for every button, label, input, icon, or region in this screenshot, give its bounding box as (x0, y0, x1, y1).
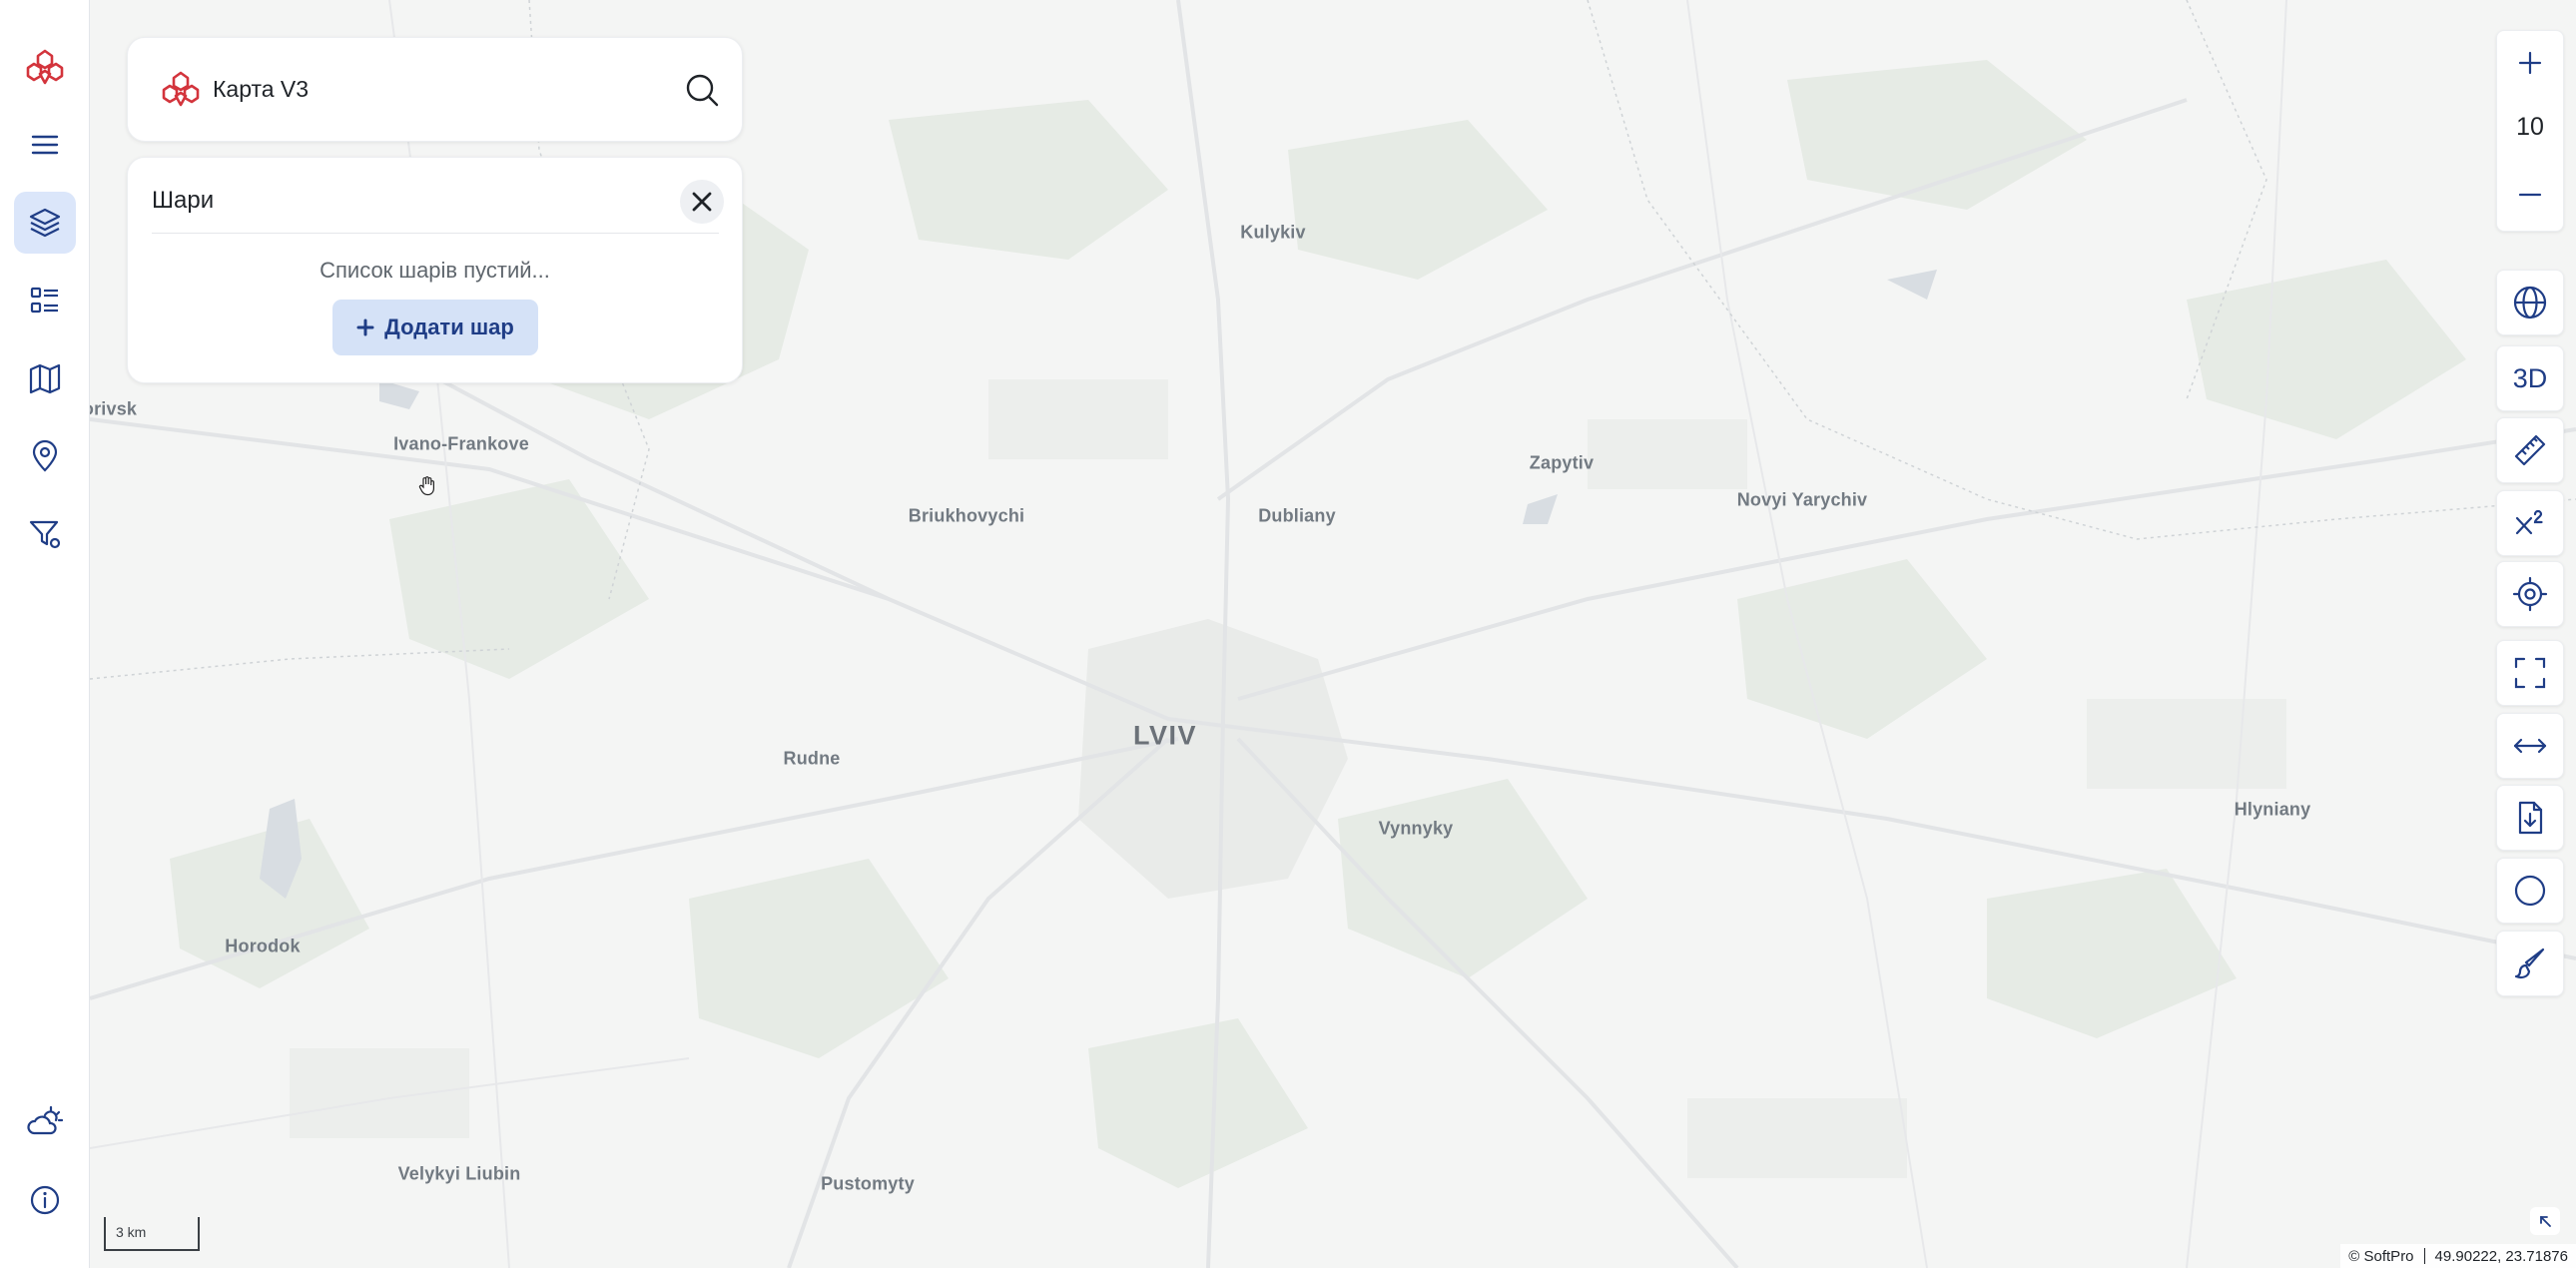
3d-button[interactable]: 3D (2496, 345, 2564, 411)
hamburger-icon[interactable] (14, 114, 76, 176)
weather-icon[interactable] (14, 1091, 76, 1153)
superscript-icon (2515, 509, 2543, 535)
ruler-icon (2514, 434, 2546, 466)
divider (152, 233, 719, 234)
export-icon (2518, 801, 2543, 835)
hand-cursor-icon (418, 476, 434, 496)
circle-button[interactable] (2496, 858, 2564, 924)
arrow-up-left-icon (2540, 1216, 2551, 1227)
place-label: Rudne (783, 748, 841, 769)
list-icon[interactable] (14, 270, 76, 331)
place-label: Horodok (225, 936, 301, 956)
search-icon[interactable] (683, 71, 721, 109)
close-icon (692, 192, 712, 212)
attribution-text[interactable]: © SoftPro (2348, 1248, 2413, 1265)
place-label: orivsk (90, 398, 138, 419)
place-label: Pustomyty (821, 1173, 915, 1194)
3d-label: 3D (2512, 362, 2548, 393)
pin-icon[interactable] (14, 425, 76, 487)
info-icon[interactable] (14, 1169, 76, 1231)
filter-location-icon[interactable] (14, 503, 76, 565)
map-icon[interactable] (14, 347, 76, 409)
zoom-out-button[interactable] (2497, 163, 2563, 227)
zoom-control: 10 (2496, 30, 2564, 232)
width-arrows-icon (2513, 738, 2547, 754)
place-label: Novyi Yarychiv (1736, 489, 1868, 510)
brush-icon (2514, 948, 2545, 979)
plus-icon (356, 318, 374, 336)
export-button[interactable] (2496, 785, 2564, 851)
left-rail (0, 0, 90, 1268)
close-button[interactable] (680, 180, 724, 224)
globe-button[interactable] (2496, 270, 2564, 335)
brush-button[interactable] (2496, 931, 2564, 996)
separator (2423, 1248, 2425, 1264)
layers-icon[interactable] (14, 192, 76, 254)
fullscreen-icon (2514, 657, 2546, 689)
place-label: Dubliany (1258, 505, 1336, 526)
attribution-bar: © SoftPro 49.90222, 23.71876 (2340, 1244, 2576, 1268)
fullscreen-button[interactable] (2496, 640, 2564, 706)
collapse-button[interactable] (2530, 1207, 2560, 1235)
place-label: Ivano-Frankove (393, 433, 529, 454)
layers-panel: Шари Список шарів пустий... Додати шар (127, 157, 743, 383)
place-label: Velykyi Liubin (397, 1163, 521, 1184)
globe-icon (2513, 286, 2547, 319)
superscript-button[interactable] (2496, 490, 2564, 556)
locate-button[interactable] (2496, 561, 2564, 627)
place-label: Hlyniany (2234, 799, 2311, 820)
coordinates-readout: 49.90222, 23.71876 (2434, 1247, 2568, 1265)
plus-icon (2518, 51, 2542, 75)
empty-state-text: Список шарів пустий... (320, 258, 550, 283)
search-bar[interactable]: Карта V3 (127, 37, 743, 142)
circle-icon (2514, 875, 2546, 907)
logo-icon (161, 69, 201, 109)
scale-bar: 3 km (104, 1217, 200, 1251)
ruler-button[interactable] (2496, 417, 2564, 483)
app-title: Карта V3 (213, 76, 310, 102)
city-label: LVIV (1132, 720, 1198, 751)
minus-icon (2518, 193, 2542, 197)
panel-title: Шари (152, 187, 215, 214)
zoom-in-button[interactable] (2497, 31, 2563, 95)
add-layer-button[interactable]: Додати шар (332, 300, 538, 355)
logo-icon[interactable] (14, 36, 76, 98)
add-layer-label: Додати шар (384, 315, 514, 339)
place-label: Briukhovychi (908, 505, 1025, 526)
place-label: Vynnyky (1378, 818, 1454, 839)
locate-icon (2512, 576, 2548, 612)
width-button[interactable] (2496, 713, 2564, 779)
zoom-level: 10 (2516, 112, 2544, 141)
place-label: Kulykiv (1240, 222, 1306, 243)
place-label: Zapytiv (1529, 452, 1595, 473)
